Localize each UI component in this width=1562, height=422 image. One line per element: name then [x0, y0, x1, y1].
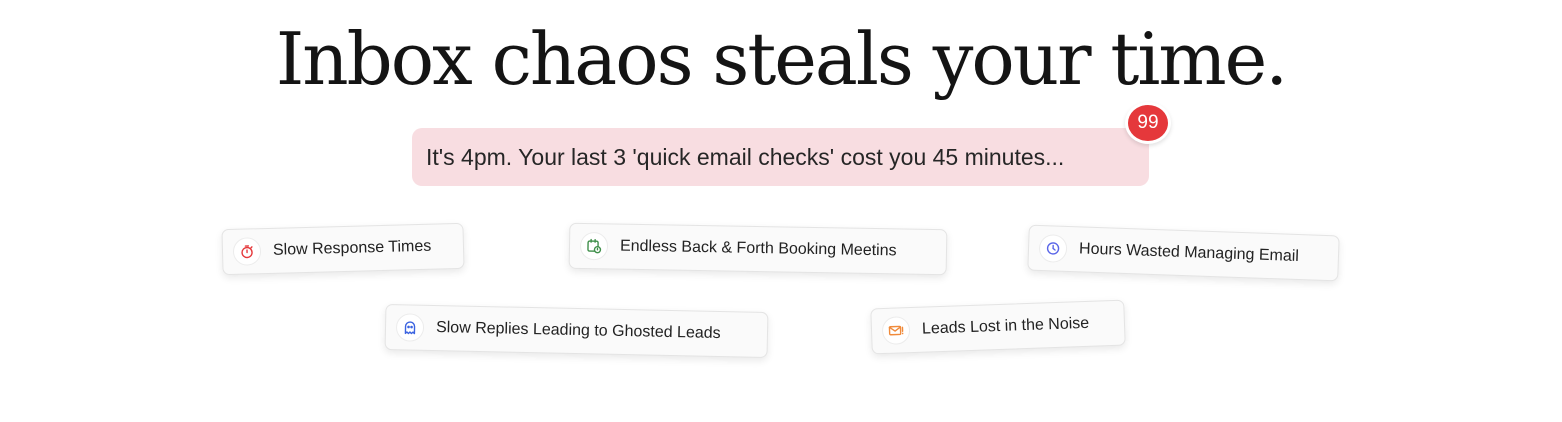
pain-point-chip-hours-wasted: Hours Wasted Managing Email	[1027, 224, 1340, 282]
calendar-clock-icon	[579, 231, 609, 261]
ghost-icon	[395, 313, 425, 342]
notification-badge: 99	[1125, 102, 1171, 144]
pain-point-label: Slow Replies Leading to Ghosted Leads	[435, 319, 721, 343]
pain-point-label: Leads Lost in the Noise	[921, 314, 1090, 338]
mail-alert-icon	[881, 316, 911, 346]
pain-point-label: Endless Back & Forth Booking Meetins	[619, 237, 897, 260]
stopwatch-icon	[232, 237, 262, 266]
callout-banner: It's 4pm. Your last 3 'quick email check…	[412, 128, 1149, 186]
pain-point-chip-slow-response: Slow Response Times	[221, 222, 465, 276]
pain-point-label: Slow Response Times	[272, 237, 432, 259]
hero-section: Inbox chaos steals your time. It's 4pm. …	[0, 0, 1562, 422]
clock-icon	[1038, 233, 1068, 263]
pain-point-chip-booking-meetings: Endless Back & Forth Booking Meetins	[568, 222, 948, 276]
pain-point-label: Hours Wasted Managing Email	[1078, 240, 1300, 266]
page-title: Inbox chaos steals your time.	[275, 17, 1288, 101]
pain-point-chip-leads-lost: Leads Lost in the Noise	[870, 299, 1126, 355]
callout-text: It's 4pm. Your last 3 'quick email check…	[426, 143, 1065, 170]
pain-point-chip-ghosted-leads: Slow Replies Leading to Ghosted Leads	[384, 303, 769, 359]
